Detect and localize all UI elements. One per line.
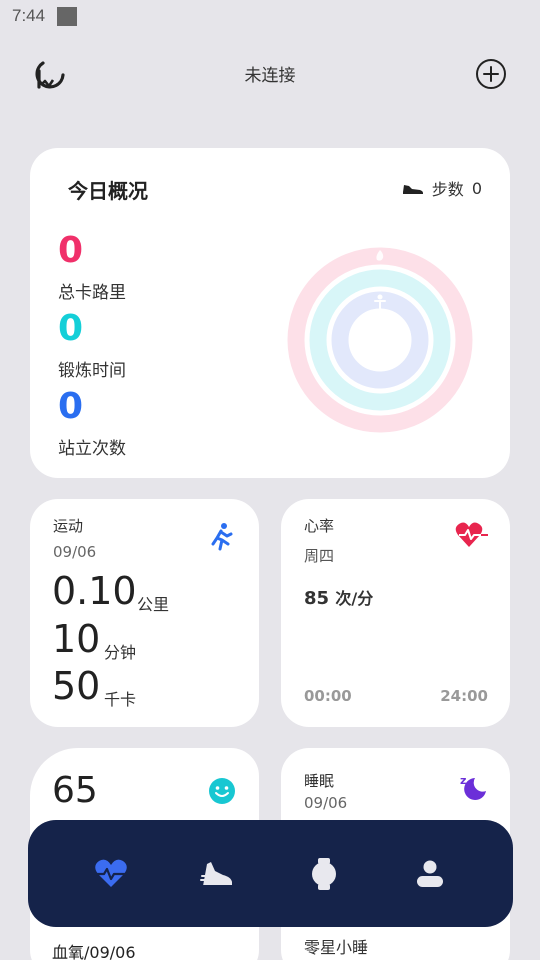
heart-pulse-icon — [455, 522, 488, 547]
sleep-title: 睡眠 — [304, 772, 335, 790]
bottom-navigation — [28, 820, 513, 927]
moon-sleep-icon: z — [460, 774, 486, 800]
svg-text:z: z — [460, 774, 466, 787]
status-time: 7:44 — [12, 6, 46, 25]
exercise-title: 运动 — [53, 517, 84, 535]
heart-rate-title: 心率 — [304, 517, 335, 535]
connection-status: 未连接 — [244, 66, 296, 86]
add-device-button[interactable] — [475, 58, 507, 90]
distance-value: 0.10 — [52, 569, 137, 613]
calories-burned-unit: 千卡 — [104, 690, 137, 709]
heart-rate-card[interactable]: 心率 周四 85 次/分 00:00 24:00 — [281, 499, 510, 727]
nav-health[interactable] — [81, 844, 141, 904]
calories-burned-value: 50 — [52, 664, 101, 708]
status-bar: 7:44 — [0, 0, 540, 34]
overview-title: 今日概况 — [68, 179, 148, 203]
calories-value: 0 — [58, 230, 84, 271]
watch-icon — [311, 857, 336, 890]
nav-profile[interactable] — [400, 844, 460, 904]
sneaker-icon — [200, 861, 233, 887]
exercise-time-label: 锻炼时间 — [58, 361, 126, 381]
heart-rate-day: 周四 — [304, 547, 335, 565]
notification-icon — [57, 7, 77, 26]
activity-rings — [287, 247, 473, 433]
heart-rate-reading: 85 次/分 — [304, 585, 373, 609]
heart-rate-value: 85 — [304, 588, 330, 609]
today-overview-card[interactable]: 今日概况 步数 0 0 总卡路里 0 锻炼时间 0 站立次数 — [30, 148, 510, 478]
duration-value: 10 — [52, 617, 101, 661]
duration-unit: 分钟 — [104, 643, 137, 662]
sleep-footer: 零星小睡 — [304, 938, 369, 957]
steps-summary: 步数 0 — [402, 176, 482, 200]
exercise-date: 09/06 — [53, 543, 97, 561]
chart-axis-start: 00:00 — [304, 687, 352, 705]
chart-axis-end: 24:00 — [440, 687, 488, 705]
blood-oxygen-label: 血氧/09/06 — [52, 943, 136, 960]
blood-oxygen-value: 65 — [52, 770, 98, 811]
nav-device[interactable] — [294, 844, 354, 904]
header: 未连接 — [0, 50, 540, 94]
distance-unit: 公里 — [137, 595, 170, 614]
heart-rate-unit: 次/分 — [335, 589, 374, 608]
exercise-card[interactable]: 运动 09/06 0.10 公里 10 分钟 50 千卡 — [30, 499, 259, 727]
plus-circle-icon — [476, 59, 506, 89]
steps-label: 步数 — [431, 180, 464, 199]
steps-value: 0 — [471, 178, 482, 198]
nav-sport[interactable] — [187, 844, 247, 904]
calories-label: 总卡路里 — [58, 283, 126, 303]
stand-count-value: 0 — [58, 386, 84, 427]
exercise-time-value: 0 — [58, 308, 84, 349]
running-person-icon — [211, 523, 233, 551]
sleep-date: 09/06 — [304, 794, 348, 812]
heart-pulse-icon — [95, 859, 127, 887]
stand-count-label: 站立次数 — [58, 439, 126, 459]
person-icon — [416, 860, 443, 887]
shoe-icon — [402, 185, 423, 194]
smiley-icon — [209, 778, 235, 804]
